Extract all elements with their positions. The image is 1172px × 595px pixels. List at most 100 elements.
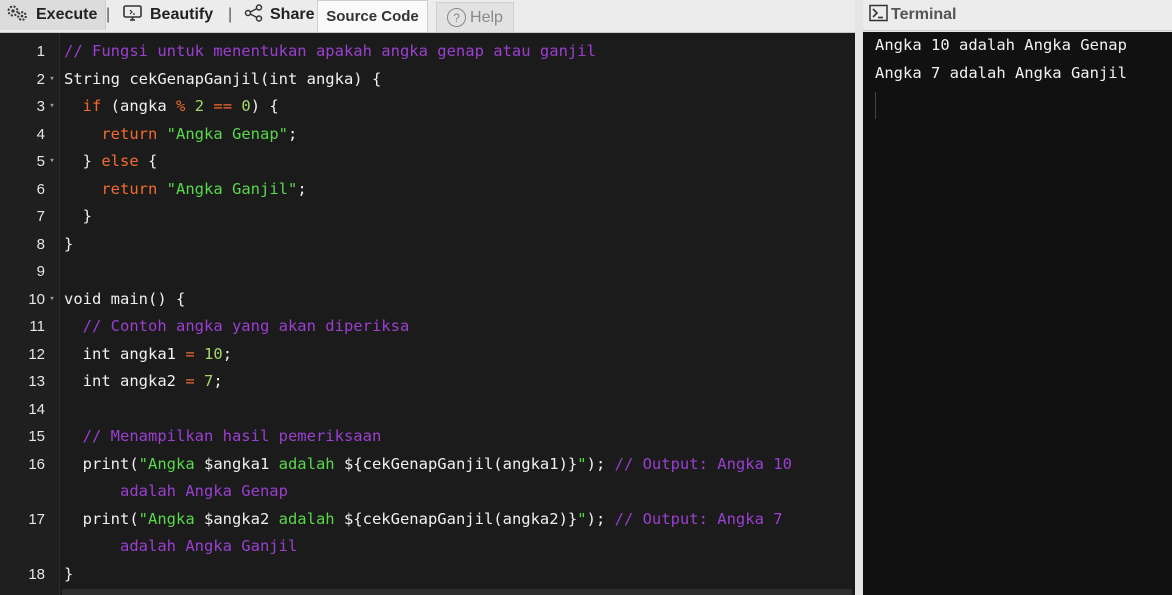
- tab-source-code[interactable]: Source Code: [317, 0, 428, 32]
- execute-button[interactable]: Execute: [0, 0, 107, 30]
- fold-arrow-icon[interactable]: ▾: [47, 286, 57, 313]
- code-token: }: [64, 152, 102, 170]
- code-token: $angka2: [203, 509, 270, 528]
- fold-arrow-icon[interactable]: ▾: [47, 66, 57, 93]
- code-token-comment: // Fungsi untuk menentukan apakah angka …: [64, 42, 596, 60]
- code-token-comment: // Output: Angka 7: [614, 509, 783, 528]
- code-line[interactable]: adalah Angka Ganjil: [64, 533, 844, 560]
- code-line[interactable]: return "Angka Genap";: [64, 121, 844, 148]
- code-token-comment: // Output: Angka 10: [614, 454, 792, 473]
- code-token-str: "Angka: [138, 509, 204, 528]
- code-token-op: ==: [213, 97, 233, 115]
- code-line[interactable]: }: [64, 561, 844, 588]
- code-line[interactable]: // Contoh angka yang akan diperiksa: [64, 313, 844, 340]
- code-token: print(: [64, 509, 139, 528]
- code-line[interactable]: [64, 258, 844, 285]
- code-line[interactable]: // Menampilkan hasil pemeriksaan: [64, 423, 844, 450]
- line-number: 13: [28, 373, 45, 390]
- code-token: ${cekGenapGanjil(angka1)}: [343, 454, 578, 473]
- code-line[interactable]: print("Angka $angka1 adalah ${cekGenapGa…: [64, 451, 844, 478]
- line-number: 12: [28, 345, 45, 363]
- code-token: ;: [222, 344, 233, 363]
- code-token-op: %: [176, 97, 186, 115]
- code-token: ;: [213, 372, 223, 390]
- code-token: ${cekGenapGanjil(angka2)}: [343, 509, 578, 528]
- code-token: int angka1: [64, 344, 186, 363]
- terminal-header: Terminal: [863, 0, 1172, 31]
- line-number: 2: [36, 70, 45, 88]
- code-line[interactable]: void main() {: [64, 286, 844, 313]
- line-number: 4: [36, 125, 45, 143]
- code-token-str: adalah: [269, 509, 344, 528]
- horizontal-scrollbar[interactable]: [62, 589, 852, 595]
- beautify-button[interactable]: Beautify: [122, 0, 213, 30]
- code-token-comment: // Contoh angka yang akan diperiksa: [82, 317, 410, 335]
- code-token-kw: return: [101, 179, 158, 198]
- code-token-comment: adalah Angka Genap: [64, 482, 288, 500]
- line-number: 15: [28, 428, 45, 445]
- code-line[interactable]: } else {: [64, 148, 844, 175]
- terminal-icon: [869, 4, 891, 27]
- code-line[interactable]: }: [64, 231, 844, 258]
- code-token-comment: // Menampilkan hasil pemeriksaan: [82, 427, 382, 445]
- code-line[interactable]: adalah Angka Genap: [64, 478, 844, 505]
- code-token: (angka: [101, 97, 176, 115]
- terminal-cursor: [875, 92, 876, 119]
- code-line[interactable]: int angka1 = 10;: [64, 341, 844, 368]
- code-token: }: [64, 207, 92, 225]
- code-token: ) {: [250, 97, 279, 115]
- code-line[interactable]: int angka2 = 7;: [64, 368, 844, 395]
- code-token: {: [138, 152, 158, 170]
- beautify-label: Beautify: [150, 6, 214, 23]
- share-button[interactable]: Share: [244, 0, 314, 30]
- code-token-num: 2: [194, 97, 205, 115]
- code-line[interactable]: }: [64, 203, 844, 230]
- code-token: $angka1: [203, 454, 270, 473]
- share-icon: [244, 3, 270, 27]
- line-number: 1: [36, 43, 45, 60]
- line-number: 11: [29, 318, 45, 335]
- line-number: 3: [36, 98, 45, 115]
- gears-icon: [6, 4, 36, 27]
- code-token: ;: [297, 179, 307, 198]
- code-line[interactable]: [64, 396, 844, 423]
- code-token-str: "Angka Ganjil": [166, 179, 298, 198]
- tab-source-code-label: Source Code: [326, 8, 419, 25]
- code-token-str: "Angka Genap": [166, 124, 288, 143]
- code-line[interactable]: if (angka % 2 == 0) {: [64, 93, 844, 120]
- code-line[interactable]: print("Angka $angka2 adalah ${cekGenapGa…: [64, 506, 844, 533]
- line-number: 7: [36, 208, 45, 225]
- question-circle-icon: ?: [447, 8, 467, 27]
- line-number: 18: [28, 565, 45, 583]
- pane-divider[interactable]: [855, 0, 863, 595]
- code-token-str: ": [577, 454, 587, 473]
- code-token: print(: [64, 454, 139, 473]
- execute-label: Execute: [36, 6, 98, 23]
- line-number: 5: [36, 153, 45, 170]
- line-number: 6: [36, 180, 45, 198]
- code-token: int angka2: [64, 372, 186, 390]
- tab-help[interactable]: ? Help: [436, 2, 514, 32]
- code-line[interactable]: return "Angka Ganjil";: [64, 176, 844, 203]
- fold-arrow-icon[interactable]: ▾: [47, 148, 57, 175]
- code-line[interactable]: String cekGenapGanjil(int angka) {: [64, 66, 844, 93]
- code-line[interactable]: // Fungsi untuk menentukan apakah angka …: [64, 38, 844, 65]
- toolbar-separator: |: [228, 6, 233, 23]
- code-token: );: [586, 454, 615, 473]
- monitor-icon: [122, 4, 150, 27]
- terminal-title: Terminal: [891, 6, 957, 23]
- code-editor[interactable]: 1 2 ▾ 3 ▾ 4 5 ▾ 6 7 8 9 10 ▾ 11 12 13 14 15 16 17 18 // Fungs…: [0, 33, 855, 595]
- code-token-num: 0: [241, 97, 251, 115]
- fold-arrow-icon[interactable]: ▾: [47, 93, 57, 120]
- code-token: );: [586, 509, 615, 528]
- code-token: ;: [288, 124, 298, 143]
- code-token: }: [64, 564, 74, 583]
